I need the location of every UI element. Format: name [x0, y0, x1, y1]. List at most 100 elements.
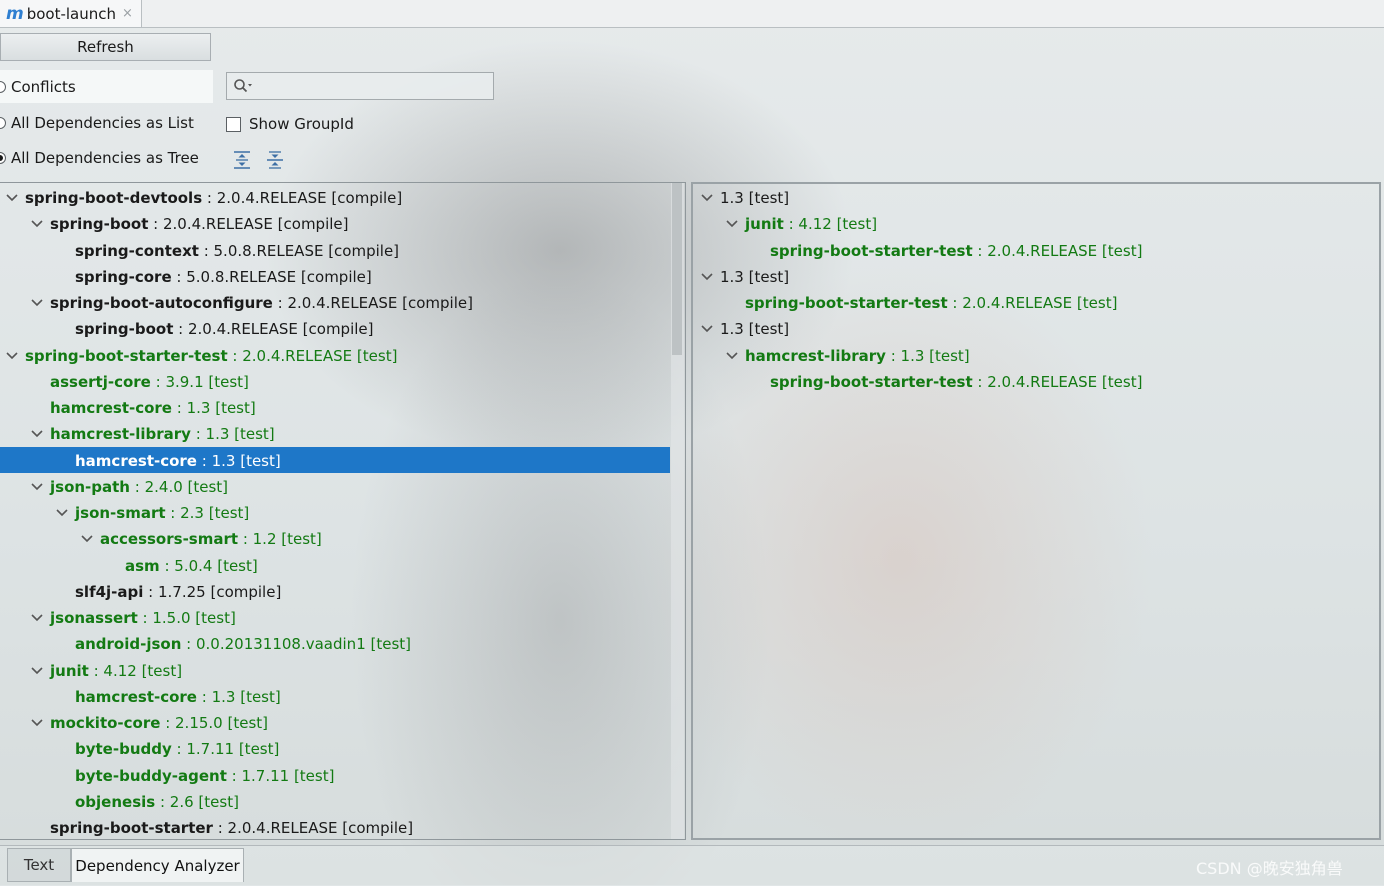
dependency-usages-panel: 1.3 [test] junit : 4.12 [test] spring-boot…	[691, 182, 1381, 840]
chevron-down-icon[interactable]	[701, 186, 713, 210]
tree-row[interactable]: junit : 4.12 [test]	[31, 659, 182, 683]
expand-all-icon[interactable]	[233, 150, 251, 170]
artifact-name: byte-buddy-agent	[75, 766, 227, 785]
tree-row[interactable]: spring-boot-starter : 2.0.4.RELEASE [com…	[50, 816, 413, 839]
close-icon[interactable]: ×	[122, 6, 133, 21]
tree-row[interactable]: 1.3 [test]	[701, 265, 790, 289]
tree-row[interactable]: hamcrest-core : 1.3 [test]	[75, 685, 281, 709]
tree-row[interactable]: spring-boot-starter-test : 2.0.4.RELEASE…	[6, 344, 397, 368]
artifact-name: spring-boot-devtools	[25, 189, 203, 207]
artifact-version-scope: : 1.3 [test]	[885, 346, 970, 365]
search-icon	[234, 79, 252, 93]
chevron-down-icon[interactable]	[81, 527, 93, 551]
chevron-down-icon[interactable]	[31, 291, 43, 315]
artifact-name: spring-boot	[75, 320, 174, 339]
chevron-down-icon[interactable]	[701, 317, 713, 341]
artifact-version-scope: : 2.0.4.RELEASE [test]	[947, 294, 1118, 312]
chevron-down-icon[interactable]	[31, 475, 43, 499]
artifact-version-scope: : 5.0.8.RELEASE [compile]	[198, 241, 400, 260]
tree-row[interactable]: 1.3 [test]	[701, 317, 789, 341]
tree-row[interactable]: spring-boot-starter-test : 2.0.4.RELEASE…	[745, 291, 1117, 315]
artifact-version-scope: 1.3 [test]	[720, 267, 790, 286]
tree-row[interactable]: spring-boot-starter-test : 2.0.4.RELEASE…	[770, 370, 1142, 394]
tree-row[interactable]: hamcrest-core : 1.3 [test]	[75, 449, 281, 473]
conflicts-radio[interactable]: Conflicts	[0, 78, 76, 96]
refresh-button[interactable]: Refresh	[0, 33, 211, 61]
artifact-name: hamcrest-core	[75, 451, 197, 470]
artifact-version-scope: : 2.6 [test]	[155, 792, 239, 811]
all-dependencies-tree-label: All Dependencies as Tree	[11, 149, 199, 167]
tree-row[interactable]: mockito-core : 2.15.0 [test]	[31, 711, 268, 735]
artifact-version-scope: : 2.4.0 [test]	[130, 477, 229, 496]
artifact-version-scope: 1.3 [test]	[720, 189, 790, 207]
tree-row[interactable]: junit : 4.12 [test]	[726, 212, 877, 236]
all-dependencies-list-radio[interactable]: All Dependencies as List	[0, 114, 194, 132]
artifact-version-scope: : 1.7.11 [test]	[171, 740, 280, 759]
tab-dependency-analyzer[interactable]: Dependency Analyzer	[71, 848, 244, 882]
tree-row[interactable]: slf4j-api : 1.7.25 [compile]	[75, 580, 281, 604]
show-groupid-label: Show GroupId	[249, 115, 354, 133]
chevron-down-icon[interactable]	[6, 344, 18, 368]
tree-row[interactable]: hamcrest-library : 1.3 [test]	[31, 422, 275, 446]
tree-row[interactable]: 1.3 [test]	[701, 186, 790, 210]
artifact-name: hamcrest-core	[50, 399, 172, 417]
chevron-down-icon[interactable]	[31, 711, 43, 735]
chevron-down-icon[interactable]	[726, 344, 738, 368]
tree-row[interactable]: jsonassert : 1.5.0 [test]	[31, 606, 236, 630]
tab-text[interactable]: Text	[7, 848, 71, 882]
artifact-version-scope: : 1.7.25 [compile]	[143, 582, 282, 601]
vertical-scrollbar[interactable]	[671, 183, 684, 839]
watermark: CSDN @晚安独角兽	[1196, 859, 1343, 878]
chevron-down-icon[interactable]	[31, 212, 43, 236]
tree-row[interactable]: assertj-core : 3.9.1 [test]	[50, 370, 249, 394]
tree-row[interactable]: android-json : 0.0.20131108.vaadin1 [tes…	[75, 632, 411, 656]
artifact-version-scope: : 0.0.20131108.vaadin1 [test]	[181, 635, 412, 654]
tree-row[interactable]: hamcrest-core : 1.3 [test]	[50, 396, 256, 420]
show-groupid-checkbox[interactable]: Show GroupId	[226, 115, 354, 133]
artifact-name: spring-boot-starter-test	[770, 372, 973, 391]
tree-row[interactable]: spring-core : 5.0.8.RELEASE [compile]	[75, 265, 372, 289]
radio-selected-icon	[0, 152, 6, 164]
chevron-down-icon[interactable]	[726, 212, 738, 236]
artifact-name: spring-boot	[50, 215, 149, 234]
tree-row[interactable]: spring-boot-starter-test : 2.0.4.RELEASE…	[770, 239, 1142, 263]
artifact-name: spring-core	[75, 267, 172, 286]
artifact-name: accessors-smart	[100, 530, 239, 549]
collapse-all-icon[interactable]	[266, 150, 284, 170]
tree-row[interactable]: spring-boot : 2.0.4.RELEASE [compile]	[75, 317, 374, 341]
tree-row[interactable]: spring-boot-autoconfigure : 2.0.4.RELEAS…	[31, 291, 473, 315]
chevron-down-icon[interactable]	[31, 606, 43, 630]
tree-row[interactable]: json-smart : 2.3 [test]	[56, 501, 249, 525]
artifact-version-scope: : 1.3 [test]	[190, 425, 275, 444]
artifact-version-scope: : 2.0.4.RELEASE [compile]	[148, 215, 349, 234]
chevron-down-icon[interactable]	[6, 186, 18, 210]
chevron-down-icon[interactable]	[56, 501, 68, 525]
artifact-name: asm	[125, 556, 160, 575]
search-input[interactable]	[257, 75, 491, 99]
tree-row[interactable]: byte-buddy : 1.7.11 [test]	[75, 737, 279, 761]
chevron-down-icon[interactable]	[31, 422, 43, 446]
tree-row[interactable]: spring-boot-devtools : 2.0.4.RELEASE [co…	[6, 186, 402, 210]
all-dependencies-tree-radio[interactable]: All Dependencies as Tree	[0, 149, 199, 167]
search-field[interactable]	[226, 72, 494, 100]
artifact-name: hamcrest-library	[50, 425, 191, 444]
tree-row[interactable]: byte-buddy-agent : 1.7.11 [test]	[75, 764, 334, 788]
tree-row[interactable]: objenesis : 2.6 [test]	[75, 790, 239, 814]
artifact-version-scope: : 1.7.11 [test]	[226, 766, 335, 785]
artifact-name: hamcrest-library	[745, 346, 886, 365]
artifact-name: android-json	[75, 635, 182, 654]
tree-row[interactable]: hamcrest-library : 1.3 [test]	[726, 344, 970, 368]
artifact-version-scope: : 2.0.4.RELEASE [test]	[972, 241, 1143, 260]
chevron-down-icon[interactable]	[701, 265, 713, 289]
artifact-name: jsonassert	[50, 609, 138, 627]
tree-row[interactable]: accessors-smart : 1.2 [test]	[81, 527, 322, 551]
editor-tab[interactable]: m boot-launch ×	[0, 0, 142, 27]
chevron-down-icon[interactable]	[31, 659, 43, 683]
tree-row[interactable]: spring-context : 5.0.8.RELEASE [compile]	[75, 239, 399, 263]
tree-row[interactable]: asm : 5.0.4 [test]	[125, 554, 258, 578]
artifact-version-scope: : 5.0.4 [test]	[159, 556, 258, 575]
scrollbar-thumb[interactable]	[672, 183, 682, 355]
artifact-name: json-smart	[75, 504, 166, 522]
tree-row[interactable]: json-path : 2.4.0 [test]	[31, 475, 229, 499]
tree-row[interactable]: spring-boot : 2.0.4.RELEASE [compile]	[31, 212, 349, 236]
